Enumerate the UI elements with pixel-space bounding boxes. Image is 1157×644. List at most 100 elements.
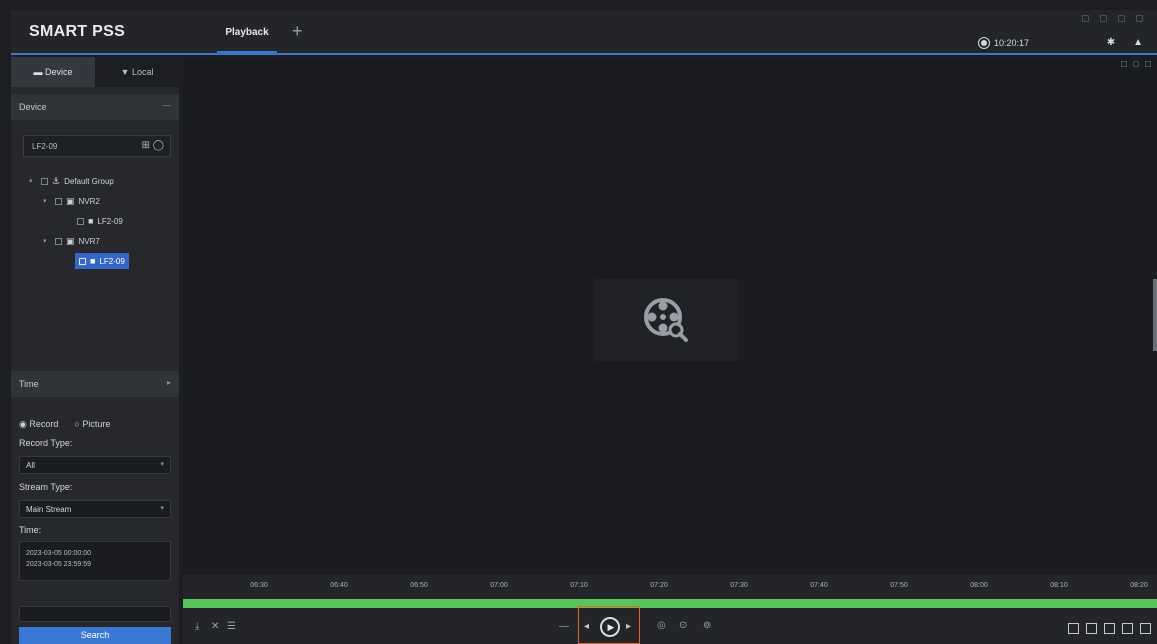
gear-icon[interactable] <box>979 38 989 48</box>
tree-item-camera-selected[interactable]: ■ LF2-09 <box>11 251 179 271</box>
sidebar: ▬ Device ▼ Local Device — LF2-09 ⊞ ◯ ▾ ⚓… <box>11 57 179 644</box>
tab-device[interactable]: ▬ Device <box>11 57 95 87</box>
fullscreen-icon[interactable] <box>1140 623 1151 634</box>
radio-record[interactable]: ◉ Record <box>19 419 58 430</box>
tree-label: NVR7 <box>78 236 100 246</box>
side-panel-handle[interactable] <box>1153 279 1157 351</box>
radio-picture[interactable]: ○ Picture <box>74 419 110 430</box>
device-search-input[interactable]: LF2-09 ⊞ ◯ <box>23 135 171 157</box>
cut-icon[interactable]: ✕ <box>211 621 219 632</box>
layout-1-icon[interactable] <box>1068 623 1079 634</box>
device-tab-icon: ▬ <box>33 67 45 77</box>
timeline-tick: 07:40 <box>810 582 828 589</box>
video-tools <box>1121 61 1151 67</box>
extra-filter-input[interactable] <box>19 606 171 622</box>
download-icon[interactable]: ⤓ <box>195 621 199 632</box>
device-tree: ▾ ⚓ Default Group ▾ ▣ NVR2 ■ LF2-09 ▾ ▣ … <box>11 171 179 271</box>
restore-icon[interactable] <box>1082 15 1089 22</box>
step-forward-icon[interactable]: ▸ <box>626 621 631 632</box>
tab-playback[interactable]: Playback <box>211 10 283 53</box>
record-type-label: Record Type: <box>19 438 73 448</box>
list-icon[interactable]: ☰ <box>227 621 236 632</box>
video-view[interactable] <box>183 59 1157 574</box>
tree-item-nvr7[interactable]: ▾ ▣ NVR7 <box>11 231 179 251</box>
minimize-icon[interactable] <box>1100 15 1107 22</box>
video-tool-icon[interactable] <box>1121 61 1127 67</box>
tree-label: LF2-09 <box>97 216 123 226</box>
search-button[interactable]: Search <box>19 627 171 644</box>
checkbox[interactable] <box>77 217 84 225</box>
checkbox[interactable] <box>79 257 86 265</box>
timeline-tick: 06:40 <box>330 582 348 589</box>
camera-icon: ■ <box>90 256 96 266</box>
tab-local-label: Local <box>131 67 154 77</box>
time-start: 2023-03-05 00:00:00 <box>26 550 91 557</box>
search-icon[interactable]: ⊞ ◯ <box>142 140 164 151</box>
checkbox[interactable] <box>41 177 48 185</box>
video-tool-icon[interactable] <box>1145 61 1151 67</box>
settings-icon[interactable]: ✱ <box>1107 37 1115 48</box>
expand-icon[interactable]: ▾ <box>43 197 51 205</box>
timeline-ticks: 06:30 06:40 06:50 07:00 07:10 07:20 07:30 07:40… <box>183 575 1157 597</box>
step-back-icon[interactable]: ◂ <box>584 621 589 632</box>
device-search-value: LF2-09 <box>32 142 58 151</box>
record-type-select[interactable]: All ▾ <box>19 456 171 474</box>
expand-icon[interactable]: ▾ <box>43 237 51 245</box>
sync-icon[interactable]: ⊚ <box>703 620 711 631</box>
tree-item-default-group[interactable]: ▾ ⚓ Default Group <box>11 171 179 191</box>
play-button[interactable]: ▶ <box>600 617 620 637</box>
clock-time: 10:20:17 <box>994 38 1030 48</box>
slow-icon[interactable]: ◎ <box>657 620 666 631</box>
time-end: 2023-03-05 23:59:59 <box>26 561 91 568</box>
timeline-tick: 07:30 <box>730 582 748 589</box>
close-icon[interactable] <box>1136 15 1143 22</box>
edit-icon[interactable] <box>1122 623 1133 634</box>
tree-item-camera[interactable]: ■ LF2-09 <box>11 211 179 231</box>
add-tab-icon[interactable]: + <box>292 22 303 40</box>
time-section-header[interactable]: Time ▸ <box>11 371 179 397</box>
film-reel-icon <box>644 298 688 342</box>
checkbox[interactable] <box>55 237 62 245</box>
selected-camera[interactable]: ■ LF2-09 <box>75 253 129 269</box>
device-section-header[interactable]: Device — <box>11 94 179 120</box>
sidebar-tabs: ▬ Device ▼ Local <box>11 57 179 87</box>
nvr-icon: ▣ <box>66 235 75 246</box>
chevron-down-icon: ▾ <box>160 461 164 468</box>
camera-icon: ■ <box>88 216 94 226</box>
timeline-tick: 08:10 <box>1050 582 1068 589</box>
timeline-record-bar[interactable] <box>183 599 1157 608</box>
tab-local[interactable]: ▼ Local <box>95 57 179 87</box>
video-tool-icon[interactable] <box>1133 61 1139 67</box>
record-picture-radios: ◉ Record ○ Picture <box>19 419 110 430</box>
tree-label: NVR2 <box>78 196 100 206</box>
record-type-value: All <box>26 461 35 470</box>
no-video-placeholder <box>594 279 738 361</box>
collapse-icon[interactable]: — <box>163 101 171 110</box>
stop-icon[interactable]: — <box>559 621 569 632</box>
timeline-tick: 08:20 <box>1130 582 1148 589</box>
alarm-icon[interactable]: ▲ <box>1133 37 1143 48</box>
layout-4-icon[interactable] <box>1086 623 1097 634</box>
timeline-tick: 06:50 <box>410 582 428 589</box>
stream-type-select[interactable]: Main Stream ▾ <box>19 500 171 518</box>
local-tab-icon: ▼ <box>120 67 132 77</box>
tree-item-nvr2[interactable]: ▾ ▣ NVR2 <box>11 191 179 211</box>
checkbox[interactable] <box>55 197 62 205</box>
playback-controls: ⤓ ✕ ☰ — ◂ ▶ ▸ ◎ ⊙ ⊚ <box>183 606 1157 644</box>
stream-type-value: Main Stream <box>26 505 72 514</box>
time-range-input[interactable]: 2023-03-05 00:00:00 2023-03-05 23:59:59 <box>19 541 171 581</box>
tree-label: LF2-09 <box>99 256 125 266</box>
time-section-title: Time <box>19 379 39 389</box>
maximize-icon[interactable] <box>1118 15 1125 22</box>
layout-9-icon[interactable] <box>1104 623 1115 634</box>
window-controls <box>1082 15 1143 22</box>
radio-record-label: Record <box>29 419 59 429</box>
timeline-tick: 07:00 <box>490 582 508 589</box>
fast-icon[interactable]: ⊙ <box>679 620 687 631</box>
layout-buttons <box>1068 623 1151 634</box>
collapse-icon[interactable]: ▸ <box>167 378 171 387</box>
timeline-tick: 07:50 <box>890 582 908 589</box>
time-label: Time: <box>19 525 42 535</box>
timeline-tick: 07:10 <box>570 582 588 589</box>
expand-icon[interactable]: ▾ <box>29 177 37 185</box>
